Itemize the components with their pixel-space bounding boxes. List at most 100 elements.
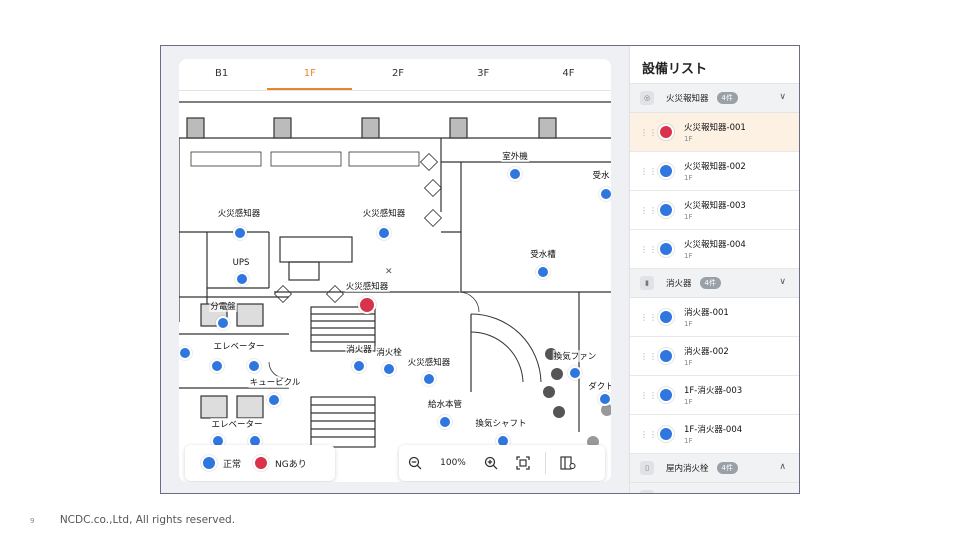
marker-hydrant[interactable] [382,362,396,376]
drag-handle-icon[interactable]: ⋮⋮ [640,245,657,253]
marker-ventilation-fan[interactable] [568,366,582,380]
marker-distribution-board[interactable] [216,316,230,330]
marker-water-supply-pipe[interactable] [438,415,452,429]
list-item[interactable]: ⋮⋮ 火災報知器-003 1F [630,191,799,230]
list-item[interactable]: ⋮⋮ 1F-消火器-003 1F [630,376,799,415]
fit-screen-button[interactable] [507,445,539,481]
chevron-down-icon[interactable]: ∨ [779,92,786,102]
tab-3f[interactable]: 3F [441,59,526,90]
tab-4f[interactable]: 4F [526,59,611,90]
marker-duct[interactable] [598,392,611,406]
zoom-out-icon [408,456,422,470]
count-badge: 4件 [699,277,721,289]
marker-ups[interactable] [235,272,249,286]
label-exhaust-shaft: 換気シャフト [474,417,528,429]
list-item[interactable]: ⋮⋮ 消火器-002 1F [630,337,799,376]
toolbar-divider [545,452,546,474]
drag-handle-icon[interactable]: ⋮⋮ [640,206,657,214]
group-header-next[interactable]: ▯ [630,483,799,493]
legend-normal: 正常 [201,455,241,471]
label-fire-detector-ng: 火災感知器 [344,280,390,292]
zoom-out-button[interactable] [399,445,431,481]
zoom-toolbar: 100% [399,445,605,481]
marker-water-tank[interactable] [536,265,550,279]
marker-fire-detector-b[interactable] [377,226,391,240]
marker-extinguisher[interactable] [352,359,366,373]
zoom-in-icon [484,456,498,470]
drag-handle-icon[interactable]: ⋮⋮ [640,167,657,175]
group-name: 屋内消火栓 [666,464,709,474]
ng-dot-icon [253,455,270,471]
marker-elevator-a-2[interactable] [247,359,261,373]
drag-handle-icon[interactable]: ⋮⋮ [640,391,657,399]
chevron-up-icon[interactable]: ∧ [779,462,786,472]
list-item[interactable]: ⋮⋮ 消火器-001 1F [630,298,799,337]
label-ups: UPS [231,258,251,268]
label-extinguisher: 消火器 [345,343,373,355]
item-floor: 1F [684,320,693,328]
marker-fire-detector-c[interactable] [422,372,436,386]
copyright-text: NCDC.co.,Ltd, All rights reserved. [59,514,236,526]
marker-cubicle[interactable] [267,393,281,407]
group-name: 消火器 [666,279,692,289]
drag-handle-icon[interactable]: ⋮⋮ [640,128,657,136]
list-item[interactable]: ⋮⋮ 火災報知器-004 1F [630,230,799,269]
legend-ng-label: NGあり [275,459,307,470]
status-normal-icon [658,348,674,364]
label-elevator-a: エレベーター [212,340,266,352]
layout-settings-button[interactable] [552,445,584,481]
marker-fire-detector-ng[interactable] [358,296,376,314]
group-header-extinguisher[interactable]: ▮ 消火器 4件 ∨ [630,269,799,298]
list-item[interactable]: ⋮⋮ 火災報知器-001 1F [630,113,799,152]
status-legend: 正常 NGあり [185,445,335,481]
item-name: 消火器-002 [684,347,729,357]
group-header-fire-alarm[interactable]: ◎ 火災報知器 4件 ∨ [630,84,799,113]
drag-handle-icon[interactable]: ⋮⋮ [640,430,657,438]
marker-elevator-a-1[interactable] [210,359,224,373]
tab-1f[interactable]: 1F [267,59,353,90]
group-header-hydrant[interactable]: ▯ 屋内消火栓 4件 ∧ [630,454,799,483]
marker-receiving-cut[interactable] [599,187,611,201]
drag-handle-icon[interactable]: ⋮⋮ [640,352,657,360]
item-floor: 1F [684,359,693,367]
panel-title: 設備リスト [630,46,799,84]
count-badge: 4件 [716,92,738,104]
zoom-level: 100% [440,458,466,468]
label-receiving-cut: 受水 [591,169,611,181]
fire-alarm-icon: ◎ [640,91,654,105]
item-name: 火災報知器-002 [684,162,746,172]
floor-plan[interactable]: 室外機 受水 火災感知器 火災感知器 UPS 受水槽 火災感知器 ✕ 分電盤 エ… [179,92,611,482]
close-icon[interactable]: ✕ [385,267,393,277]
status-normal-icon [658,309,674,325]
list-item[interactable]: ⋮⋮ 1F-消火器-004 1F [630,415,799,454]
equipment-panel: 設備リスト ◎ 火災報知器 4件 ∨ ⋮⋮ 火災報知器-001 1F ⋮⋮ 火災報… [629,46,799,493]
label-duct: ダクト [587,380,611,392]
tab-2f[interactable]: 2F [355,59,440,90]
item-floor: 1F [684,174,693,182]
zoom-in-button[interactable] [475,445,507,481]
marker-fire-detector-a[interactable] [233,226,247,240]
item-name: 1F-消火器-003 [684,386,743,396]
equipment-icon: ▯ [640,490,654,493]
floor-map-card: B1 1F 2F 3F 4F 室外機 受水 火災感知器 火災感知器 UPS 受水… [179,59,611,482]
label-cubicle: キュービクル [248,376,302,388]
status-normal-icon [658,202,674,218]
page-footer: 9 NCDC.co.,Ltd, All rights reserved. [30,514,235,526]
item-name: 1F-消火器-004 [684,425,743,435]
label-fire-detector-c: 火災感知器 [406,356,452,368]
hydrant-icon: ▯ [640,461,654,475]
marker-outdoor-unit[interactable] [508,167,522,181]
status-ng-icon [658,124,674,140]
list-item[interactable]: ⋮⋮ 火災報知器-002 1F [630,152,799,191]
chevron-down-icon[interactable]: ∨ [779,277,786,287]
normal-dot-icon [201,455,217,471]
item-name: 火災報知器-004 [684,240,746,250]
tab-b1[interactable]: B1 [179,59,264,90]
extinguisher-icon: ▮ [640,276,654,290]
status-normal-icon [658,241,674,257]
drag-handle-icon[interactable]: ⋮⋮ [640,313,657,321]
label-fire-detector-b: 火災感知器 [361,207,407,219]
page-number: 9 [30,517,35,525]
item-name: 火災報知器-003 [684,201,746,211]
item-name: 火災報知器-001 [684,123,746,133]
